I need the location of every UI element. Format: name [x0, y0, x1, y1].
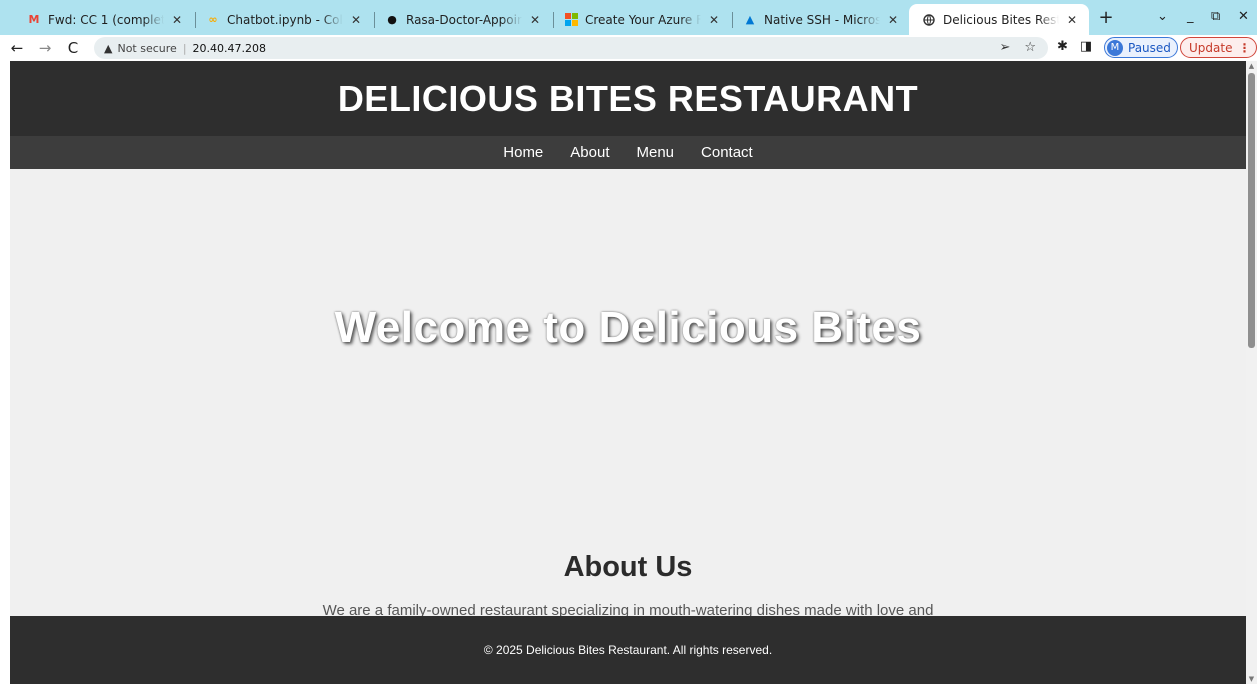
- nav-link-home[interactable]: Home: [503, 144, 543, 161]
- tab-title: Fwd: CC 1 (complete) - re: [48, 12, 164, 27]
- window-close-icon[interactable]: ✕: [1238, 9, 1249, 24]
- close-icon[interactable]: ✕: [707, 13, 721, 27]
- tab-gmail[interactable]: M Fwd: CC 1 (complete) - re ✕: [14, 4, 194, 35]
- extensions-puzzle-icon[interactable]: ✱: [1057, 39, 1068, 54]
- security-label: Not secure: [117, 41, 177, 55]
- close-icon[interactable]: ✕: [528, 13, 542, 27]
- scroll-down-icon[interactable]: ▼: [1246, 674, 1257, 684]
- hero-heading: Welcome to Delicious Bites: [334, 303, 922, 352]
- microsoft-icon: [563, 12, 579, 28]
- close-icon[interactable]: ✕: [886, 13, 900, 27]
- minimize-icon[interactable]: _: [1187, 9, 1194, 24]
- azure-icon: ▲: [745, 13, 755, 26]
- site-footer: © 2025 Delicious Bites Restaurant. All r…: [10, 616, 1246, 684]
- update-button[interactable]: Update ⋮: [1180, 37, 1257, 58]
- send-icon[interactable]: ➢: [999, 40, 1010, 55]
- forward-icon[interactable]: →: [34, 37, 56, 59]
- side-panel-icon[interactable]: ◨: [1080, 39, 1092, 54]
- profile-paused-button[interactable]: M Paused: [1104, 37, 1178, 58]
- tab-delicious-bites[interactable]: Delicious Bites Restaura ✕: [909, 4, 1089, 35]
- address-divider: |: [182, 41, 187, 55]
- url-text[interactable]: 20.40.47.208: [193, 42, 266, 55]
- page-viewport: DELICIOUS BITES RESTAURANT Home About Me…: [10, 61, 1246, 684]
- browser-toolbar: ← → C ▲ Not secure | 20.40.47.208 ➢ ☆ ✱ …: [0, 35, 1257, 61]
- site-header: DELICIOUS BITES RESTAURANT: [10, 61, 1246, 136]
- tab-title: Delicious Bites Restaura: [943, 12, 1059, 27]
- reload-icon[interactable]: C: [62, 37, 84, 59]
- site-title: DELICIOUS BITES RESTAURANT: [337, 77, 919, 119]
- restore-icon[interactable]: ⧉: [1211, 9, 1220, 24]
- site-nav: Home About Menu Contact: [10, 136, 1246, 169]
- update-label: Update: [1189, 40, 1233, 55]
- back-icon[interactable]: ←: [6, 37, 28, 59]
- tab-title: Native SSH - Microsoft A: [764, 12, 880, 27]
- tab-github[interactable]: ● Rasa-Doctor-Appointme ✕: [372, 4, 552, 35]
- globe-icon: [921, 12, 937, 28]
- bookmark-star-icon[interactable]: ☆: [1024, 40, 1036, 55]
- address-bar[interactable]: ▲ Not secure | 20.40.47.208 ➢ ☆: [94, 37, 1048, 59]
- footer-text: © 2025 Delicious Bites Restaurant. All r…: [483, 643, 773, 657]
- warning-icon[interactable]: ▲: [104, 42, 112, 55]
- new-tab-button[interactable]: +: [1095, 7, 1117, 28]
- tab-colab[interactable]: ∞ Chatbot.ipynb - Colab ✕: [193, 4, 373, 35]
- close-icon[interactable]: ✕: [1065, 13, 1079, 27]
- tab-native-ssh[interactable]: ▲ Native SSH - Microsoft A ✕: [730, 4, 910, 35]
- colab-icon: ∞: [208, 13, 218, 26]
- github-icon: ●: [387, 13, 397, 26]
- more-menu-icon[interactable]: ⋮: [1238, 41, 1250, 55]
- close-icon[interactable]: ✕: [349, 13, 363, 27]
- tab-title: Create Your Azure Free A: [585, 12, 701, 27]
- avatar: M: [1107, 39, 1123, 56]
- tab-title: Rasa-Doctor-Appointme: [406, 12, 522, 27]
- nav-link-menu[interactable]: Menu: [636, 144, 674, 161]
- tab-azure-free[interactable]: Create Your Azure Free A ✕: [551, 4, 731, 35]
- close-icon[interactable]: ✕: [170, 13, 184, 27]
- nav-link-about[interactable]: About: [570, 144, 609, 161]
- browser-tab-strip: M Fwd: CC 1 (complete) - re ✕ ∞ Chatbot.…: [0, 0, 1257, 35]
- tab-search-icon[interactable]: ⌄: [1157, 9, 1168, 24]
- scroll-up-icon[interactable]: ▲: [1246, 61, 1257, 71]
- hero-section: Welcome to Delicious Bites: [10, 169, 1246, 487]
- scrollbar-thumb[interactable]: [1248, 73, 1255, 348]
- nav-link-contact[interactable]: Contact: [701, 144, 753, 161]
- gmail-icon: M: [28, 13, 40, 26]
- profile-status-label: Paused: [1128, 40, 1171, 55]
- about-section: About Us We are a family-owned restauran…: [10, 551, 1246, 619]
- tab-title: Chatbot.ipynb - Colab: [227, 12, 343, 27]
- page-scrollbar[interactable]: ▲ ▼: [1246, 61, 1257, 684]
- about-heading: About Us: [563, 551, 693, 583]
